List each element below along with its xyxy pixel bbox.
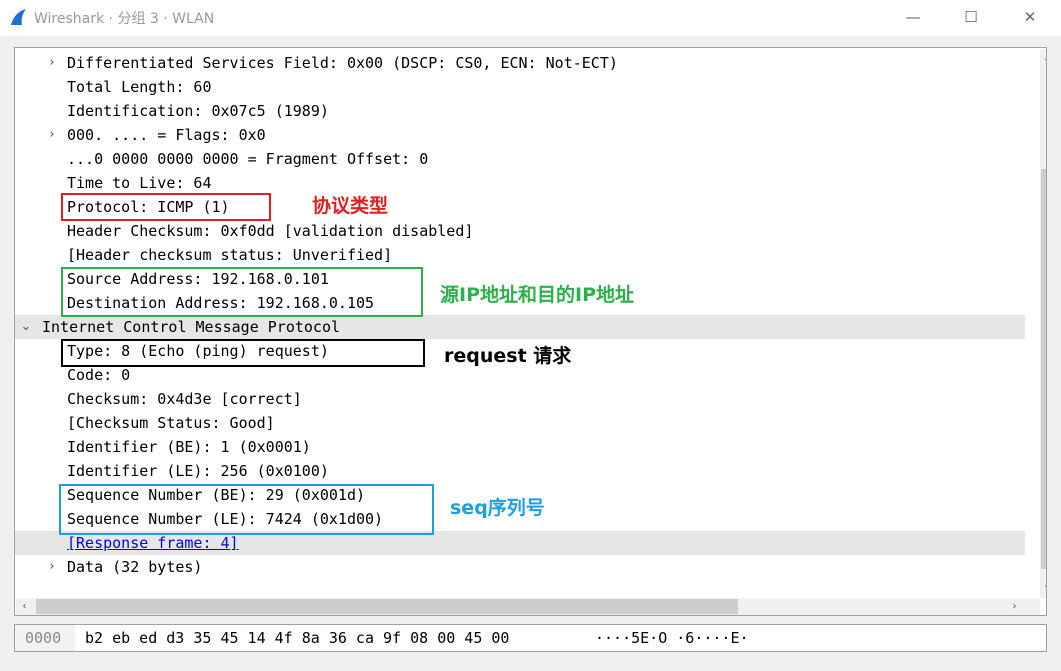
tree-row-label: Identification: 0x07c5 (1989)	[67, 102, 329, 120]
tree-row[interactable]: Time to Live: 64	[15, 171, 1025, 195]
tree-row[interactable]: › 000. .... = Flags: 0x0	[15, 123, 1025, 147]
expand-arrow-icon[interactable]: ›	[46, 555, 58, 579]
address-annotation: 源IP地址和目的IP地址	[440, 284, 634, 306]
hex-bytes[interactable]: b2 eb ed d3 35 45 14 4f 8a 36 ca 9f 08 0…	[85, 625, 509, 651]
request-annotation: request 请求	[444, 345, 572, 367]
scroll-left-icon[interactable]: ‹	[16, 598, 33, 615]
tree-row[interactable]: Header Checksum: 0xf0dd [validation disa…	[15, 219, 1025, 243]
horizontal-scroll-thumb[interactable]	[36, 599, 738, 614]
wireshark-fin-icon	[11, 9, 26, 25]
tree-row-label: Checksum: 0x4d3e [correct]	[67, 390, 302, 408]
tree-row-label: Identifier (LE): 256 (0x0100)	[67, 462, 329, 480]
maximize-button[interactable]: ☐	[948, 0, 994, 36]
address-highlight-box	[61, 267, 423, 317]
type-highlight-box	[61, 339, 425, 367]
sequence-highlight-box	[59, 484, 434, 535]
tree-row-label: Time to Live: 64	[67, 174, 212, 192]
vertical-scrollbar[interactable]: ▲ ▼	[1040, 49, 1046, 598]
tree-row-label: Identifier (BE): 1 (0x0001)	[67, 438, 311, 456]
vertical-scroll-thumb[interactable]	[1041, 169, 1046, 569]
tree-row[interactable]: › Differentiated Services Field: 0x00 (DS…	[15, 51, 1025, 75]
scroll-up-icon[interactable]: ▲	[1040, 49, 1046, 66]
expand-arrow-icon[interactable]: ›	[46, 123, 58, 147]
tree-row-label: [Checksum Status: Good]	[67, 414, 275, 432]
collapse-arrow-icon[interactable]: ⌄	[20, 315, 32, 339]
tree-row[interactable]: [Checksum Status: Good]	[15, 411, 1025, 435]
title-bar: Wireshark · 分组 3 · WLAN — ☐ ✕	[0, 0, 1061, 36]
tree-row[interactable]: ⌄ Internet Control Message Protocol	[15, 315, 1025, 339]
scroll-right-icon[interactable]: ›	[1006, 598, 1023, 615]
hex-offset: 0000	[25, 629, 62, 647]
tree-row[interactable]: › Data (32 bytes)	[15, 555, 1025, 579]
tree-row[interactable]: Checksum: 0x4d3e [correct]	[15, 387, 1025, 411]
close-button[interactable]: ✕	[1007, 0, 1053, 36]
tree-row[interactable]: Identification: 0x07c5 (1989)	[15, 99, 1025, 123]
packet-bytes-pane[interactable]: 0000 b2 eb ed d3 35 45 14 4f 8a 36 ca 9f…	[14, 624, 1047, 652]
tree-row-label: [Header checksum status: Unverified]	[67, 246, 393, 264]
tree-row-label: Header Checksum: 0xf0dd [validation disa…	[67, 222, 474, 240]
tree-row-label: 000. .... = Flags: 0x0	[67, 126, 266, 144]
tree-row[interactable]: Identifier (BE): 1 (0x0001)	[15, 435, 1025, 459]
tree-row[interactable]: ...0 0000 0000 0000 = Fragment Offset: 0	[15, 147, 1025, 171]
scroll-down-icon[interactable]: ▼	[1040, 581, 1046, 598]
tree-row-label: Differentiated Services Field: 0x00 (DSC…	[67, 54, 618, 72]
tree-row[interactable]: Identifier (LE): 256 (0x0100)	[15, 459, 1025, 483]
tree-row[interactable]: [Header checksum status: Unverified]	[15, 243, 1025, 267]
tree-row-label: ...0 0000 0000 0000 = Fragment Offset: 0	[67, 150, 429, 168]
hex-ascii[interactable]: ····5E·O ·6····E·	[595, 625, 749, 651]
horizontal-scrollbar[interactable]: ‹ ›	[16, 598, 1040, 615]
tree-row-label: Data (32 bytes)	[67, 558, 203, 576]
protocol-annotation: 协议类型	[312, 195, 389, 217]
minimize-button[interactable]: —	[890, 0, 936, 36]
protocol-highlight-box	[61, 193, 271, 221]
expand-arrow-icon[interactable]: ›	[46, 51, 58, 75]
tree-row-label: Total Length: 60	[67, 78, 212, 96]
window-title: Wireshark · 分组 3 · WLAN	[34, 11, 215, 27]
tree-row-label: Internet Control Message Protocol	[42, 318, 341, 336]
sequence-annotation: seq序列号	[450, 497, 545, 519]
tree-row[interactable]: Total Length: 60	[15, 75, 1025, 99]
